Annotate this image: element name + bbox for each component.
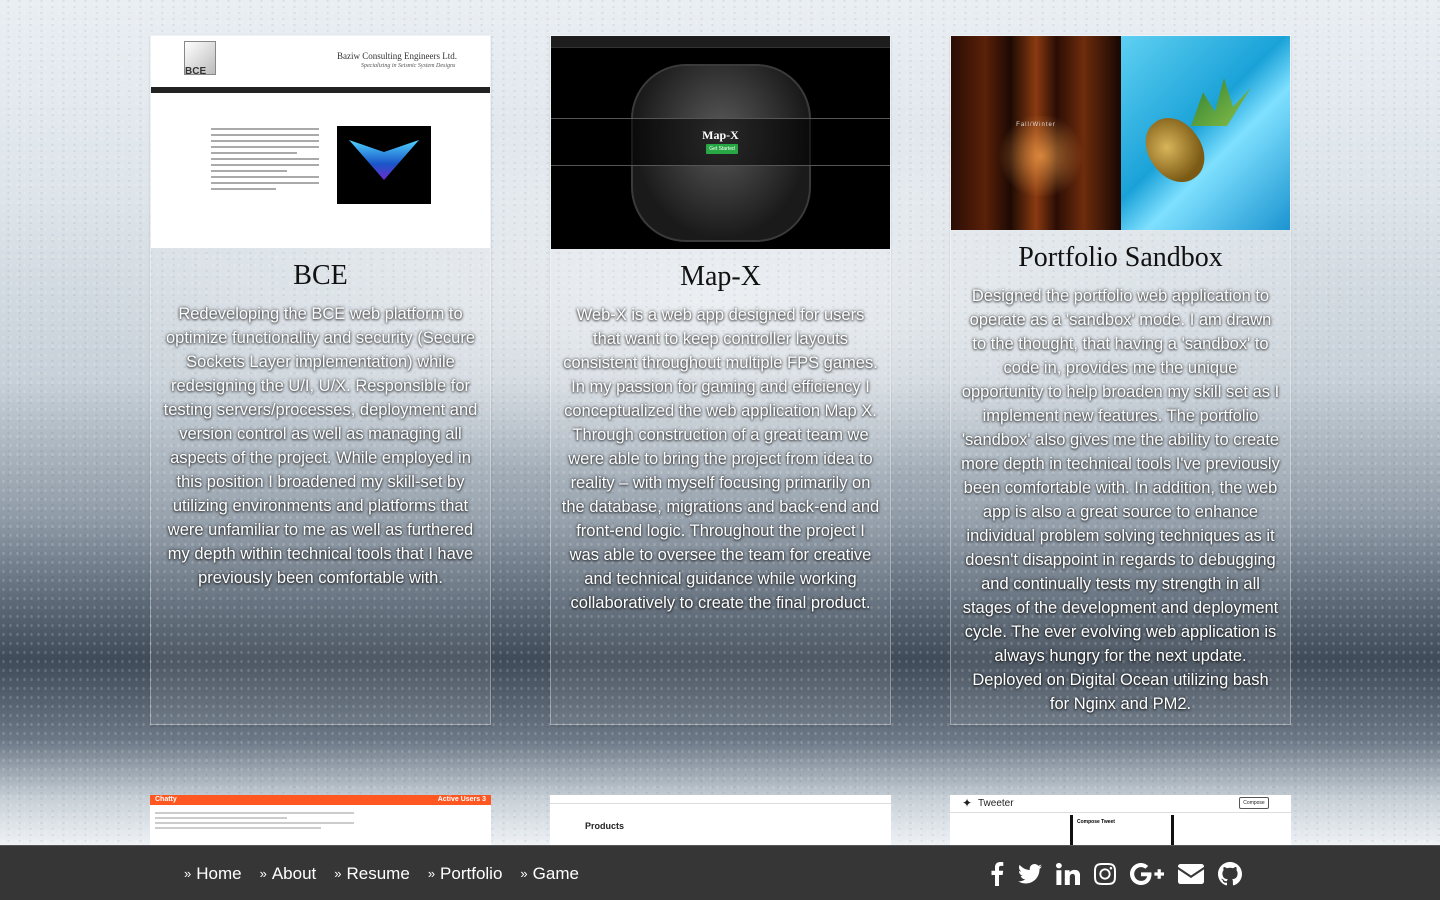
facebook-icon[interactable]: [990, 861, 1004, 886]
project-description: Web-X is a web app designed for users th…: [561, 306, 880, 612]
bce-company-name: Baziw Consulting Engineers Ltd.: [337, 51, 457, 61]
map-x-brand: Map-X: [702, 128, 739, 142]
products-heading: Products: [585, 821, 625, 831]
nav-link-about[interactable]: » About: [260, 864, 317, 884]
nav-link-label: About: [271, 863, 317, 883]
chatty-title: Chatty: [155, 796, 177, 803]
bce-tagline: Specializing in Seismic System Designs: [361, 63, 456, 69]
bce-figure: [337, 126, 431, 204]
pool-image: [1121, 36, 1290, 230]
nav-link-label: Portfolio: [440, 863, 503, 883]
project-description: Redeveloping the BCE web platform to opt…: [163, 305, 478, 587]
double-chevron-right-icon: »: [427, 866, 436, 881]
project-card-bce: BCE Baziw Consulting Engineers Ltd. Spec…: [150, 35, 491, 725]
project-thumbnail[interactable]: Fall/Winter: [951, 36, 1290, 230]
nav-link-home[interactable]: » Home: [184, 864, 242, 884]
github-icon[interactable]: [1218, 861, 1242, 886]
project-title: Portfolio Sandbox: [1018, 242, 1223, 273]
nav-link-label: Game: [532, 863, 579, 883]
bce-navbar: [151, 87, 490, 93]
nav-link-portfolio[interactable]: » Portfolio: [428, 864, 503, 884]
compose-tweet-heading: Compose Tweet: [1077, 819, 1115, 825]
tweeter-title: Tweeter: [978, 798, 1014, 809]
map-x-navbar: [551, 36, 890, 48]
project-card-tweeter-preview[interactable]: ✦ Tweeter Compose Compose Tweet: [950, 795, 1291, 845]
footer-nav-links: » Home » About » Resume » Portfolio » Game: [184, 846, 597, 900]
project-card-portfolio-sandbox: Fall/Winter Portfolio Sandbox Designed t…: [950, 35, 1291, 725]
twitter-icon[interactable]: [1018, 863, 1042, 884]
double-chevron-right-icon: »: [259, 866, 267, 881]
bce-logo-text: BCE: [185, 66, 207, 77]
active-users-badge: Active Users 3: [437, 796, 486, 803]
project-card-map-x: Map-X Get Started Map-X Web-X is a web a…: [550, 35, 891, 725]
nav-link-game[interactable]: » Game: [520, 864, 579, 884]
jungle-navbar: [550, 795, 891, 804]
project-card-jungle-preview[interactable]: Products: [550, 795, 891, 845]
google-plus-icon[interactable]: [1130, 862, 1164, 885]
nav-link-resume[interactable]: » Resume: [334, 864, 410, 884]
bird-icon: ✦: [962, 796, 973, 810]
project-description: Designed the portfolio web application t…: [961, 287, 1280, 713]
chat-messages: [150, 805, 491, 836]
project-thumbnail[interactable]: BCE Baziw Consulting Engineers Ltd. Spec…: [151, 36, 490, 248]
footer-navbar: » Home » About » Resume » Portfolio » Game: [0, 845, 1440, 900]
nav-link-label: Home: [196, 863, 242, 883]
pineapple-leaves: [1191, 78, 1251, 126]
compose-button: Compose: [1239, 797, 1269, 809]
tweeter-header: ✦ Tweeter Compose: [950, 795, 1291, 813]
project-title: Map-X: [680, 261, 761, 292]
compose-tweet-box: Compose Tweet: [1070, 815, 1174, 845]
envelope-icon[interactable]: [1178, 863, 1204, 884]
bce-body-text: [211, 128, 319, 194]
double-chevron-right-icon: »: [334, 866, 342, 881]
double-chevron-right-icon: »: [520, 866, 528, 881]
nav-link-label: Resume: [346, 863, 410, 883]
project-title: BCE: [293, 260, 348, 291]
get-started-button: Get Started: [706, 144, 738, 154]
forest-image: [951, 36, 1121, 230]
instagram-icon[interactable]: [1094, 862, 1116, 885]
project-thumbnail[interactable]: Map-X Get Started: [551, 36, 890, 249]
project-card-chatty-preview[interactable]: Chatty Active Users 3: [150, 795, 491, 845]
social-links: [990, 846, 1256, 900]
double-chevron-right-icon: »: [184, 866, 192, 881]
linkedin-icon[interactable]: [1056, 862, 1080, 885]
chatty-header: Chatty Active Users 3: [150, 795, 491, 805]
forest-overlay-text: Fall/Winter: [1016, 122, 1056, 128]
